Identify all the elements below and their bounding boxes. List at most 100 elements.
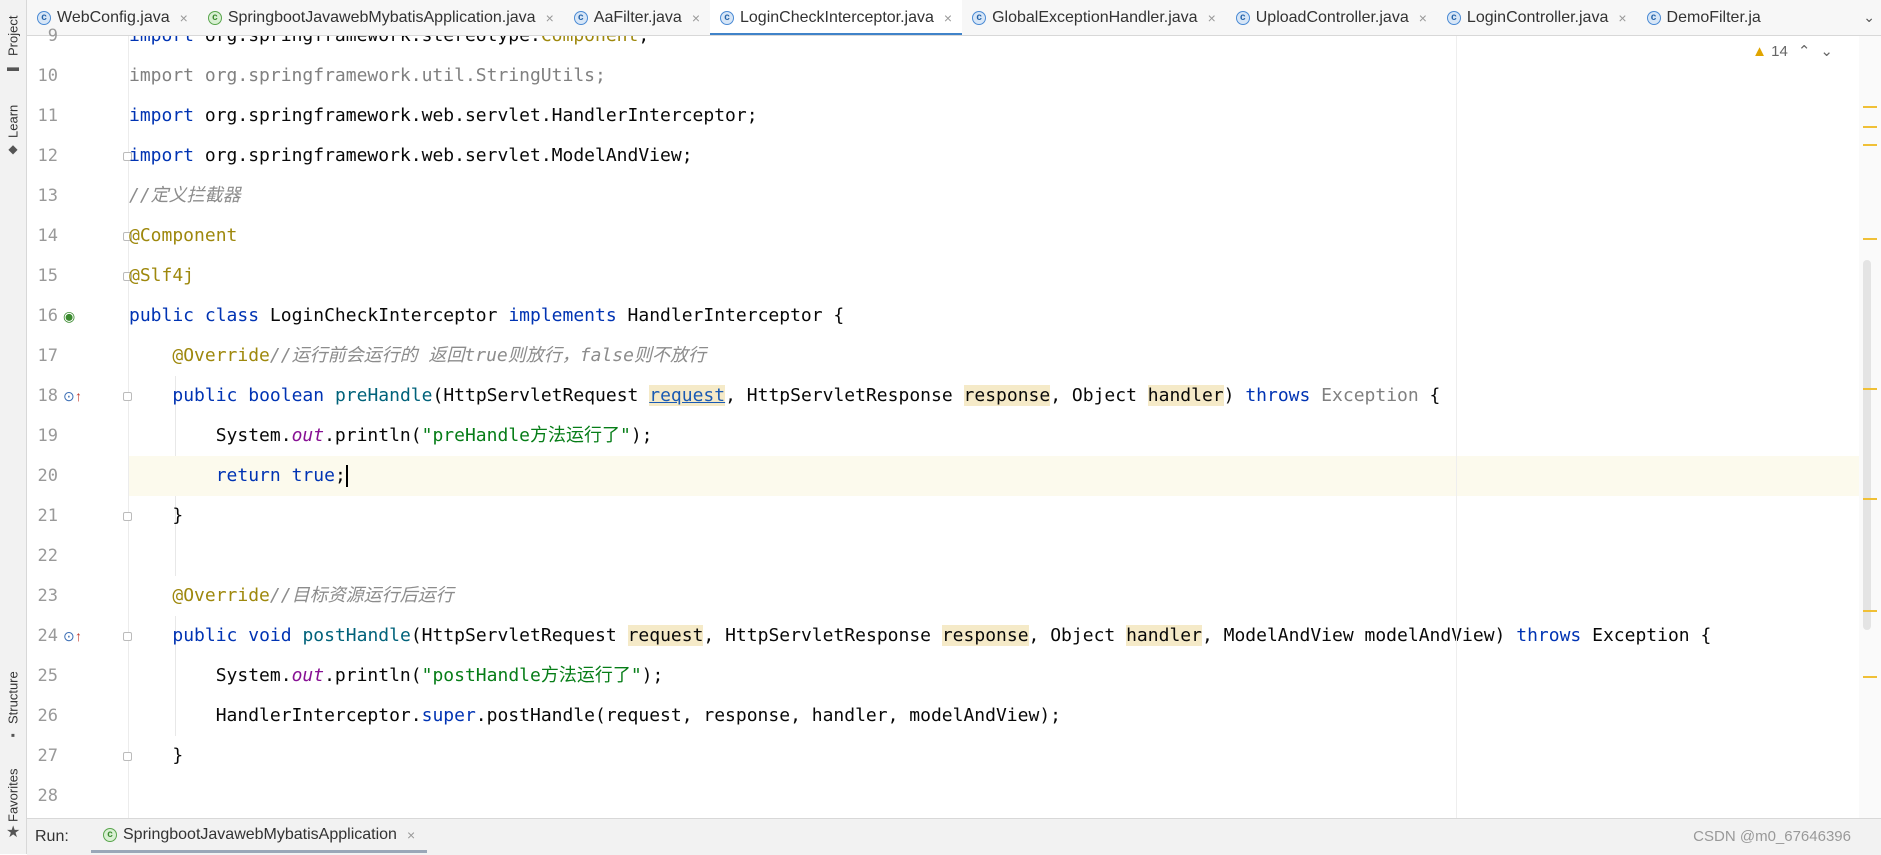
close-icon[interactable]: × [1208, 10, 1216, 26]
line-number: 15 [37, 266, 58, 286]
close-icon[interactable]: × [1618, 10, 1626, 26]
scrollbar-thumb[interactable] [1863, 260, 1871, 630]
class-icon: c [972, 10, 987, 25]
token: void [248, 625, 292, 646]
warning-marker[interactable] [1863, 126, 1877, 128]
warning-marker[interactable] [1863, 610, 1877, 612]
warning-marker[interactable] [1863, 106, 1877, 108]
code-line-17: @Override//运行前会运行的 返回true则放行，false则不放行 [129, 336, 1859, 376]
token: , HttpServletResponse [703, 625, 942, 646]
line-number: 28 [37, 786, 58, 806]
code-editor[interactable]: import org.springframework.stereotype.Co… [129, 36, 1859, 818]
token: request [627, 625, 704, 646]
token: postHandle [302, 625, 411, 646]
next-highlight-icon[interactable]: ⌄ [1820, 42, 1833, 60]
warning-marker[interactable] [1863, 388, 1877, 390]
project-tab-label: Project [5, 15, 21, 56]
close-icon[interactable]: × [407, 827, 415, 843]
line-number: 20 [37, 466, 58, 486]
spring-boot-icon: c [207, 10, 222, 25]
line-number: 27 [37, 746, 58, 766]
favorites-toolwindow-tab[interactable]: Favorites [2, 766, 24, 822]
line-number: 11 [37, 106, 58, 126]
tab-demofilter[interactable]: c DemoFilter.ja [1637, 0, 1771, 35]
token: //运行前会运行的 返回true则放行，false则不放行 [269, 345, 706, 366]
token: throws [1245, 385, 1311, 406]
tab-logincheckinterceptor[interactable]: c LoginCheckInterceptor.java × [710, 0, 963, 35]
close-icon[interactable]: × [1419, 10, 1427, 26]
token: org.springframework.web.servlet.ModelAnd… [194, 145, 693, 166]
code-line-24: public void postHandle(HttpServletReques… [129, 616, 1859, 656]
chevron-down-icon[interactable]: ⌄ [1863, 9, 1875, 26]
token: (HttpServletRequest [410, 625, 628, 646]
structure-toolwindow-tab[interactable]: ▪ Structure [2, 660, 24, 742]
token: HandlerInterceptor. [215, 705, 422, 726]
token: request [649, 385, 726, 406]
token: .postHandle(request, response, handler, … [475, 705, 1061, 726]
spring-bean-icon[interactable]: ◉ [63, 296, 75, 336]
left-tool-strip: ▬ Project ◆ Learn ▪ Structure Favorites … [0, 0, 27, 854]
token: response [963, 385, 1051, 406]
favorites-tab-label: Favorites [5, 768, 21, 822]
close-icon[interactable]: × [944, 10, 952, 26]
implementing-method-icon[interactable]: ⊙ [63, 376, 75, 416]
token: Component [541, 36, 639, 46]
star-icon[interactable]: ★ [6, 822, 20, 842]
warning-marker[interactable] [1863, 498, 1877, 500]
line-number: 12 [37, 146, 58, 166]
token: @Override [172, 345, 270, 366]
override-arrow-icon[interactable]: ↑ [75, 616, 82, 656]
token: @Component [129, 225, 238, 246]
structure-tab-label: Structure [5, 671, 21, 724]
code-line-19: System.out.println("preHandle方法运行了"); [129, 416, 1859, 456]
text-caret [345, 465, 348, 487]
line-number: 23 [37, 586, 58, 606]
learn-toolwindow-tab[interactable]: ◆ Learn [2, 98, 24, 156]
warning-marker[interactable] [1863, 238, 1877, 240]
run-tab-springboot-application[interactable]: c SpringbootJavawebMybatisApplication × [91, 819, 428, 853]
implementing-method-icon[interactable]: ⊙ [63, 616, 75, 656]
code-line-12: import org.springframework.web.servlet.M… [129, 136, 1859, 176]
token: import org.springframework.util.StringUt… [129, 65, 606, 86]
token: .println( [324, 425, 422, 446]
tab-aafilter[interactable]: c AaFilter.java × [564, 0, 710, 35]
close-icon[interactable]: × [180, 10, 188, 26]
token: ); [641, 665, 664, 686]
code-line-25: System.out.println("postHandle方法运行了"); [129, 656, 1859, 696]
warning-count: 14 [1771, 42, 1788, 60]
tab-logincontroller[interactable]: c LoginController.java × [1437, 0, 1637, 35]
tab-uploadcontroller[interactable]: c UploadController.java × [1226, 0, 1437, 35]
line-number: 22 [37, 546, 58, 566]
token: handler [1147, 385, 1224, 406]
token: ; [334, 465, 346, 486]
project-toolwindow-tab[interactable]: ▬ Project [2, 6, 24, 74]
token: throws [1516, 625, 1582, 646]
code-line-27: } [129, 736, 1859, 776]
class-icon: c [573, 10, 588, 25]
token: import [129, 36, 194, 46]
tab-label: LoginController.java [1466, 8, 1609, 26]
previous-highlight-icon[interactable]: ⌃ [1798, 42, 1811, 60]
token: } [172, 745, 184, 766]
tab-springboot-application[interactable]: c SpringbootJavawebMybatisApplication.jav… [198, 0, 564, 35]
token: "preHandle方法运行了" [421, 425, 631, 446]
folder-icon: ▬ [6, 60, 20, 74]
error-stripe[interactable] [1859, 36, 1881, 818]
tab-globalexceptionhandler[interactable]: c GlobalExceptionHandler.java × [962, 0, 1226, 35]
override-arrow-icon[interactable]: ↑ [75, 376, 82, 416]
warning-marker[interactable] [1863, 676, 1877, 678]
warning-marker[interactable] [1863, 144, 1877, 146]
close-icon[interactable]: × [692, 10, 700, 26]
run-toolwindow-bar: Run: c SpringbootJavawebMybatisApplicati… [27, 818, 1881, 855]
inspections-widget[interactable]: ▲ 14 ⌃ ⌄ [1752, 42, 1833, 61]
class-icon: c [1446, 10, 1461, 25]
line-number: 21 [37, 506, 58, 526]
token: public [172, 385, 238, 406]
token: "postHandle方法运行了" [421, 665, 642, 686]
token: } [172, 505, 184, 526]
close-icon[interactable]: × [546, 10, 554, 26]
token: import [129, 145, 195, 166]
token: @Override [172, 585, 270, 606]
token: class [204, 305, 260, 326]
inspection-warnings[interactable]: ▲ 14 [1752, 43, 1788, 60]
